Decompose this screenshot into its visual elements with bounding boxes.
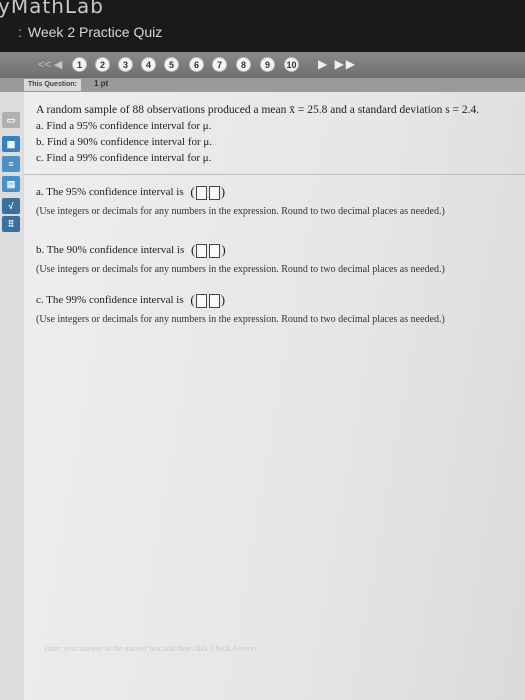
quiz-title: : Week 2 Practice Quiz [18, 24, 163, 40]
question-dot-4[interactable]: 4 [141, 57, 156, 72]
question-part-b: b. Find a 90% confidence interval for μ. [36, 136, 213, 148]
question-dot-10[interactable]: 10 [284, 57, 299, 72]
answer-b-interval-input[interactable]: () [191, 242, 226, 259]
answer-b-row: b. The 90% confidence interval is () [36, 242, 226, 259]
answer-a-interval-input[interactable]: () [190, 184, 225, 201]
table-icon[interactable]: ▤ [2, 176, 20, 192]
answer-c-lower-box[interactable] [195, 294, 207, 309]
answer-a-label: a. The 95% confidence interval is [36, 185, 184, 198]
tool-sidebar: ▭ ▦ ≡ ▤ √ ⠿ [0, 92, 24, 700]
answer-a-upper-box[interactable] [208, 186, 220, 201]
answer-b-upper-box[interactable] [209, 244, 221, 259]
question-navigation: << ◀ 1 2 3 4 5 6 7 8 9 10 ▶ ▶▶ [0, 52, 525, 78]
sqrt-icon[interactable]: √ [2, 198, 20, 214]
question-dot-6[interactable]: 6 [189, 57, 204, 72]
question-dot-9[interactable]: 9 [260, 57, 275, 72]
next-question-button[interactable]: ▶ ▶▶ [318, 57, 357, 71]
answer-c-label: c. The 99% confidence interval is [36, 293, 184, 306]
answer-a-lower-box[interactable] [195, 186, 207, 201]
divider [24, 174, 525, 175]
prev-question-button[interactable]: << ◀ [38, 58, 62, 71]
question-part-a: a. Find a 95% confidence interval for μ. [36, 120, 212, 132]
question-dot-1[interactable]: 1 [72, 57, 87, 72]
quiz-title-text: Week 2 Practice Quiz [27, 24, 163, 40]
answer-a-note: (Use integers or decimals for any number… [36, 206, 445, 217]
question-dot-7[interactable]: 7 [212, 57, 227, 72]
question-dot-2[interactable]: 2 [95, 57, 110, 72]
tool-icon[interactable]: ▭ [2, 112, 20, 128]
question-part-c: c. Find a 99% confidence interval for μ. [36, 152, 212, 164]
question-dot-8[interactable]: 8 [236, 57, 251, 72]
question-stem: A random sample of 88 observations produ… [36, 104, 480, 116]
this-question-tag: This Question: [24, 79, 81, 91]
question-dot-3[interactable]: 3 [118, 57, 133, 72]
app-brand: yMathLab [0, 0, 104, 18]
answer-c-interval-input[interactable]: () [190, 292, 225, 309]
answer-a-row: a. The 95% confidence interval is () [36, 184, 225, 201]
footer-instruction: Enter your answer in the answer box and … [44, 644, 259, 653]
answer-c-upper-box[interactable] [208, 294, 220, 309]
answer-b-note: (Use integers or decimals for any number… [36, 264, 445, 275]
grid-icon[interactable]: ▦ [2, 136, 20, 152]
answer-b-label: b. The 90% confidence interval is [36, 243, 185, 256]
answer-c-row: c. The 99% confidence interval is () [36, 292, 225, 309]
answer-c-note: (Use integers or decimals for any number… [36, 314, 445, 325]
question-panel: A random sample of 88 observations produ… [24, 92, 525, 700]
matrix-icon[interactable]: ⠿ [2, 216, 20, 232]
answer-b-lower-box[interactable] [196, 244, 208, 259]
app-header: yMathLab : Week 2 Practice Quiz [0, 0, 525, 52]
list-icon[interactable]: ≡ [2, 156, 20, 172]
question-info-bar: This Question: 1 pt [0, 78, 525, 92]
question-points: 1 pt [94, 79, 109, 88]
question-dot-5[interactable]: 5 [164, 57, 179, 72]
